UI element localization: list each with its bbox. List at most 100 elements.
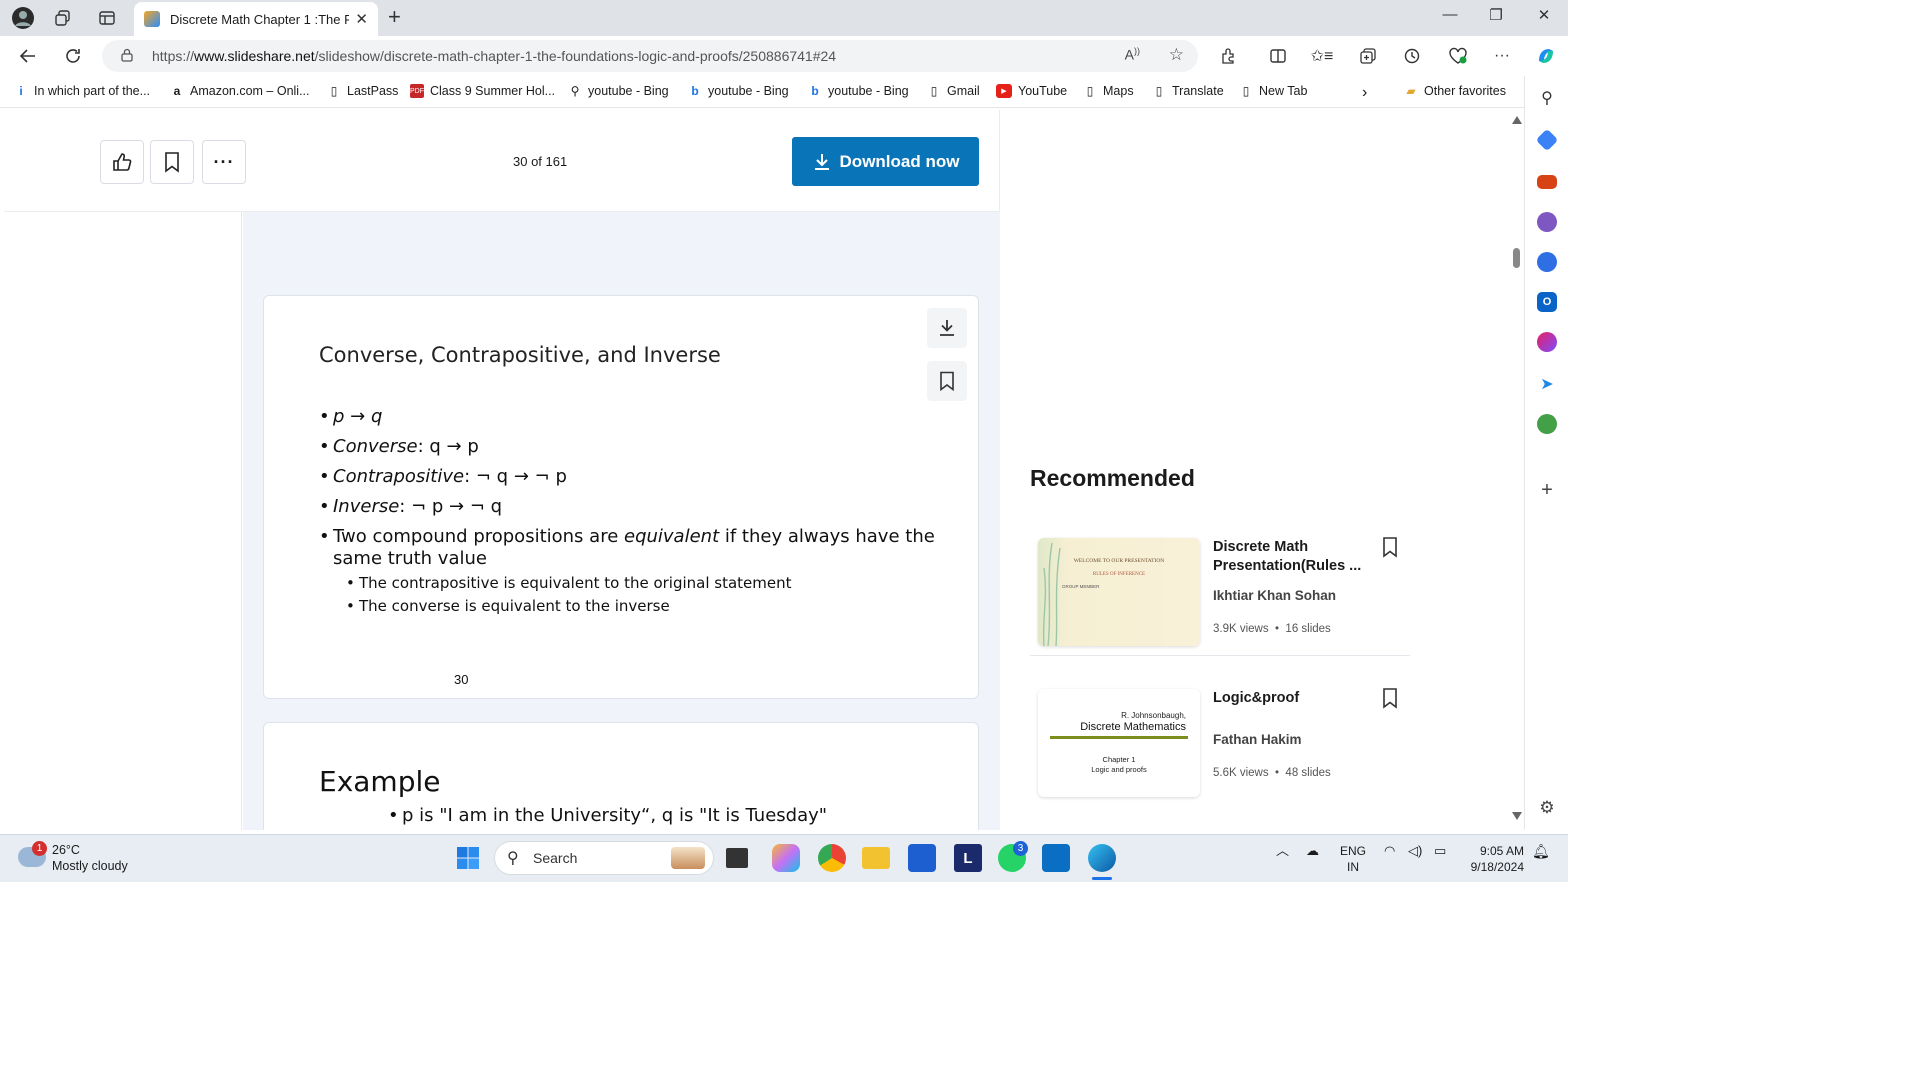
weather-widget[interactable]: 26°C Mostly cloudy xyxy=(52,842,128,874)
slide-viewer[interactable]: Converse, Contrapositive, and Inverse • p… xyxy=(243,212,1000,830)
minimize-icon[interactable]: — xyxy=(1430,6,1470,23)
card-thumbnail[interactable]: WELCOME TO OUR PRESENTATION RULES OF INF… xyxy=(1038,538,1200,646)
favorite-item-2[interactable]: a Amazon.com – Onli... xyxy=(170,84,310,98)
whatsapp-badge: 3 xyxy=(1013,841,1028,856)
close-window-icon[interactable]: ✕ xyxy=(1524,6,1564,24)
favorite-item-3[interactable]: ▯ LastPass xyxy=(327,84,399,98)
wifi-icon[interactable]: ◠ xyxy=(1384,843,1395,859)
card-author[interactable]: Fathan Hakim xyxy=(1213,732,1302,747)
sidebar-outlook-icon[interactable]: O xyxy=(1537,292,1557,312)
bookmark-icon xyxy=(940,371,954,391)
edge-active-indicator xyxy=(1092,877,1112,880)
slide-download-button[interactable] xyxy=(927,308,967,348)
other-favorites-folder[interactable]: ▰ Other favorites xyxy=(1404,84,1506,98)
task-view-icon[interactable] xyxy=(726,848,748,868)
edge-taskbar-icon[interactable] xyxy=(1088,844,1116,872)
sidebar-settings-icon[interactable]: ⚙ xyxy=(1537,798,1557,818)
thumb-subtitle: Logic and proofs xyxy=(1091,765,1147,774)
sidebar-tree-icon[interactable] xyxy=(1537,414,1557,434)
card-bookmark-button[interactable] xyxy=(1382,687,1398,714)
download-now-label: Download now xyxy=(839,151,960,171)
clock[interactable]: 9:05 AM 9/18/2024 xyxy=(1464,843,1524,875)
microsoft-store-icon[interactable] xyxy=(908,844,936,872)
scroll-thumb[interactable] xyxy=(1513,248,1520,268)
favorite-item-10[interactable]: ▯ Maps xyxy=(1083,84,1134,98)
save-button[interactable] xyxy=(150,140,194,184)
card-title[interactable]: Logic&proof xyxy=(1213,689,1373,708)
close-tab-icon[interactable]: ✕ xyxy=(355,10,368,28)
language-indicator[interactable]: ENG IN xyxy=(1340,843,1366,875)
bullet-3: • Contrapositive: ¬ q → ¬ p xyxy=(319,466,567,487)
bookmark-icon xyxy=(165,152,179,173)
history-icon[interactable] xyxy=(1398,44,1426,68)
lock-icon[interactable] xyxy=(120,48,142,65)
volume-icon[interactable]: ◁) xyxy=(1408,843,1422,859)
address-bar[interactable]: https://www.slideshare.net/slideshow/dis… xyxy=(102,40,1198,72)
vscode-icon[interactable] xyxy=(1042,844,1070,872)
sidebar-send-icon[interactable]: ➤ xyxy=(1537,374,1557,394)
favorite-item-4[interactable]: PDF Class 9 Summer Hol... xyxy=(410,84,555,98)
favorite-item-5[interactable]: ⚲ youtube - Bing xyxy=(568,84,669,98)
search-icon: ⚲ xyxy=(507,850,519,867)
notifications-icon[interactable]: 🔔︎ xyxy=(1532,843,1550,859)
bullet-2: • Converse: q → p xyxy=(319,436,479,457)
favorite-item-6[interactable]: b youtube - Bing xyxy=(688,84,788,98)
card-thumbnail[interactable]: R. Johnsonbaugh, Discrete Mathematics Ch… xyxy=(1038,689,1200,797)
sidebar-m365-icon[interactable] xyxy=(1537,252,1557,272)
sidebar-search-icon[interactable]: ⚲ xyxy=(1537,88,1557,108)
card-bookmark-button[interactable] xyxy=(1382,536,1398,563)
battery-icon[interactable]: ▭ xyxy=(1434,843,1446,859)
favorites-overflow-chevron-icon[interactable]: › xyxy=(1362,84,1367,102)
favorite-item-7[interactable]: b youtube - Bing xyxy=(808,84,908,98)
favorite-item-1[interactable]: i In which part of the... xyxy=(14,84,150,98)
read-aloud-icon[interactable]: A)) xyxy=(1125,46,1140,63)
favorite-item-9[interactable]: ▶ YouTube xyxy=(996,84,1067,98)
copilot-icon[interactable] xyxy=(1532,44,1560,68)
extensions-icon[interactable] xyxy=(1214,44,1242,68)
thumb-title: WELCOME TO OUR PRESENTATION xyxy=(1073,558,1165,564)
download-now-button[interactable]: Download now xyxy=(792,137,979,186)
recommended-card-2[interactable]: R. Johnsonbaugh, Discrete Mathematics Ch… xyxy=(1030,681,1410,821)
start-button[interactable] xyxy=(454,844,482,872)
download-icon xyxy=(940,320,954,336)
like-button[interactable] xyxy=(100,140,144,184)
browser-essentials-icon[interactable] xyxy=(1444,44,1472,68)
favorite-item-12[interactable]: ▯ New Tab xyxy=(1239,84,1308,98)
favorite-item-8[interactable]: ▯ Gmail xyxy=(927,84,980,98)
restore-icon[interactable]: ❐ xyxy=(1476,6,1516,24)
tray-overflow-chevron-icon[interactable]: ︿ xyxy=(1276,843,1289,859)
refresh-icon[interactable] xyxy=(60,44,86,68)
page-icon: ▯ xyxy=(1086,84,1094,98)
onedrive-icon[interactable]: ☁ xyxy=(1306,843,1319,859)
page-scrollbar[interactable] xyxy=(1510,110,1524,830)
sidebar-games-icon[interactable] xyxy=(1537,212,1557,232)
taskbar-search[interactable]: ⚲ Search xyxy=(494,841,714,875)
favorite-item-11[interactable]: ▯ Translate xyxy=(1152,84,1224,98)
sidebar-designer-icon[interactable] xyxy=(1537,332,1557,352)
scroll-up-icon[interactable] xyxy=(1512,116,1522,124)
profile-avatar[interactable] xyxy=(10,6,36,30)
app-l-icon[interactable]: L xyxy=(954,844,982,872)
tab-actions-icon[interactable] xyxy=(94,6,120,30)
chrome-icon[interactable] xyxy=(818,844,846,872)
more-options-icon[interactable]: ··· xyxy=(1488,44,1516,68)
card-title[interactable]: Discrete Math Presentation(Rules ... xyxy=(1213,538,1373,576)
sidebar-shopping-icon[interactable] xyxy=(1535,128,1559,152)
more-button[interactable]: ··· xyxy=(202,140,246,184)
slide-bookmark-button[interactable] xyxy=(927,361,967,401)
favorite-star-icon[interactable]: ☆ xyxy=(1169,45,1184,65)
workspaces-icon[interactable] xyxy=(50,6,76,30)
sidebar-tools-icon[interactable] xyxy=(1537,175,1557,189)
scroll-down-icon[interactable] xyxy=(1512,812,1522,820)
sidebar-add-icon[interactable]: + xyxy=(1537,480,1557,500)
copilot-taskbar-icon[interactable] xyxy=(772,844,800,872)
card-author[interactable]: Ikhtiar Khan Sohan xyxy=(1213,588,1336,603)
split-screen-icon[interactable] xyxy=(1264,44,1292,68)
favorites-icon[interactable]: ✩≡ xyxy=(1308,44,1336,68)
recommended-card-1[interactable]: WELCOME TO OUR PRESENTATION RULES OF INF… xyxy=(1030,530,1410,656)
collections-icon[interactable] xyxy=(1354,44,1382,68)
file-explorer-icon[interactable] xyxy=(862,847,890,869)
back-icon[interactable] xyxy=(15,44,41,68)
new-tab-icon[interactable]: + xyxy=(388,4,401,30)
active-tab[interactable]: Discrete Math Chapter 1 :The Fou ✕ xyxy=(134,2,378,36)
